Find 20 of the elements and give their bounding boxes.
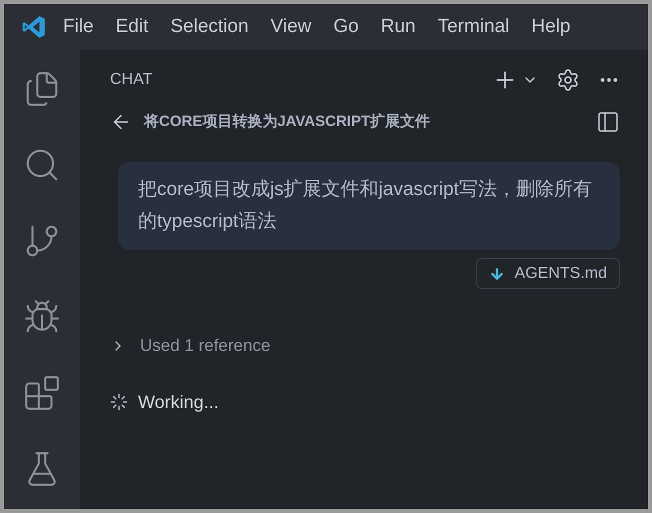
menu-item[interactable]: Terminal (438, 12, 510, 42)
menu-item[interactable]: Go (333, 12, 359, 42)
settings-icon[interactable] (556, 68, 580, 92)
blocks-icon[interactable] (23, 374, 61, 412)
menu-item[interactable]: Help (531, 12, 570, 42)
menu-item[interactable]: Run (380, 12, 416, 42)
status-text: Working... (138, 390, 219, 414)
chat-title: 将CORE项目转换为JAVASCRIPT扩展文件 (144, 112, 432, 132)
panel-title: CHAT (110, 70, 154, 90)
menu-item[interactable]: File (63, 12, 94, 42)
references-toggle[interactable]: Used 1 reference (110, 333, 620, 358)
spinner-icon (110, 393, 128, 411)
menu-item[interactable]: Edit (116, 12, 148, 42)
request-bubble: 把core项目改成js扩展文件和javascript写法，删除所有的typescript语法 (118, 162, 620, 250)
menu-item[interactable]: View (270, 12, 312, 42)
editor-logo-icon (21, 14, 47, 40)
attachment-chip[interactable]: AGENTS.md (476, 258, 620, 289)
attachment-name: AGENTS.md (514, 264, 607, 284)
panel-toggle-icon[interactable] (596, 110, 620, 134)
menu-item[interactable]: Selection (170, 12, 249, 42)
